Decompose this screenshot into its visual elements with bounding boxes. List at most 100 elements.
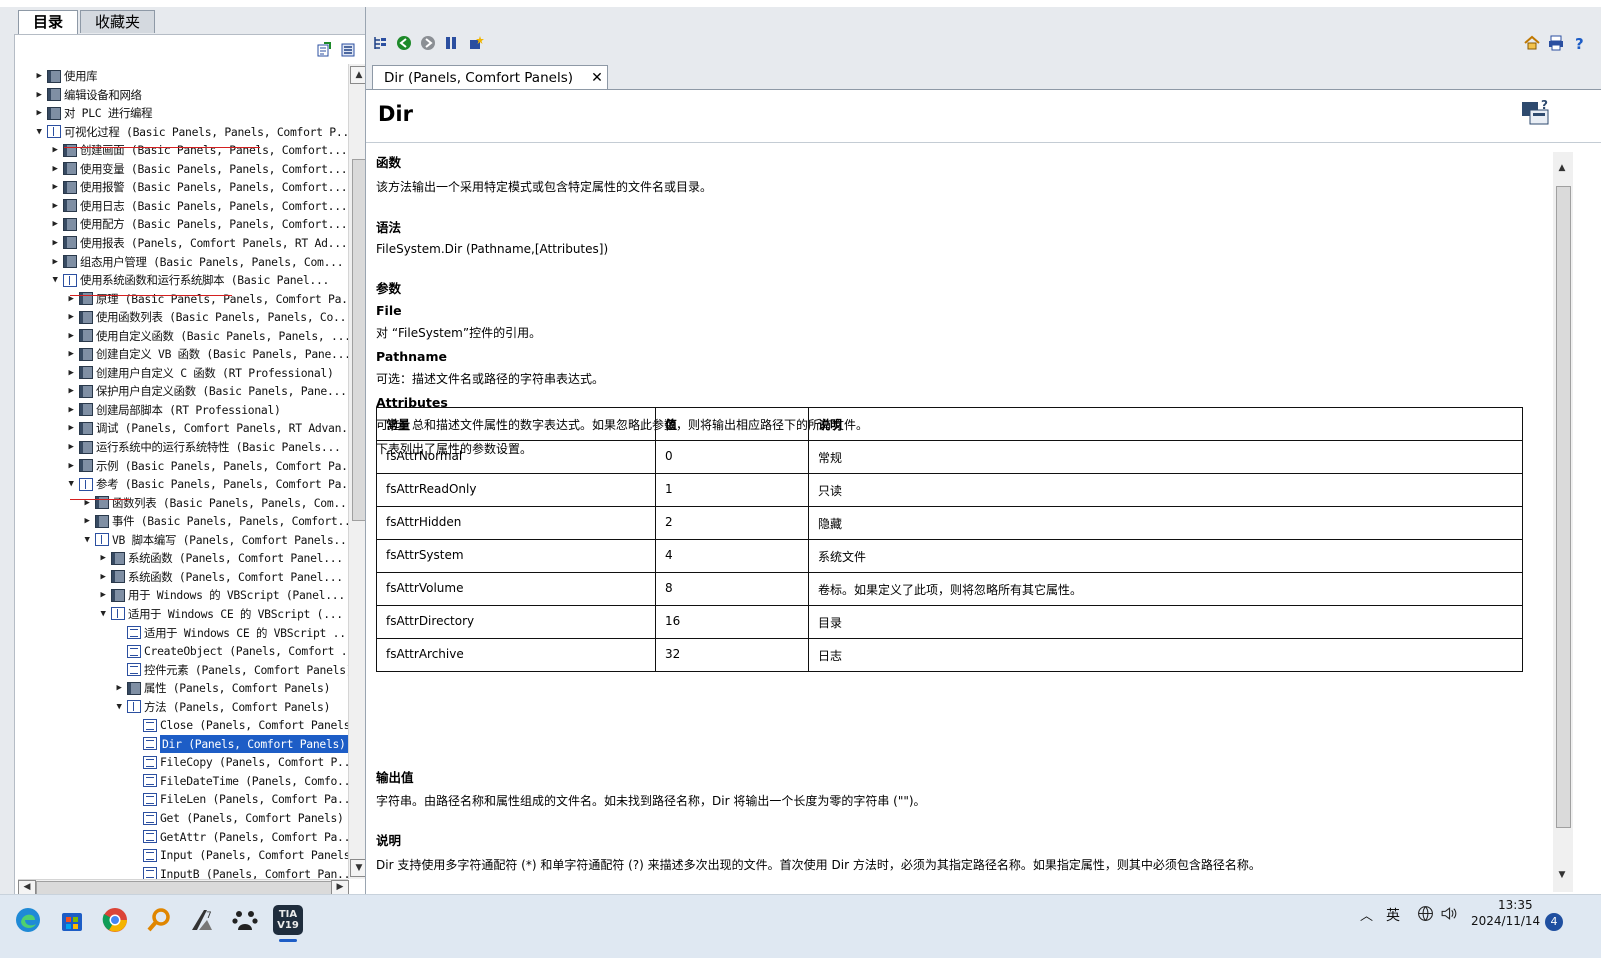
expand-arrow-icon[interactable]: ▶ [81,512,93,530]
volume-icon[interactable] [1440,905,1457,922]
tia-portal-icon[interactable]: TIA V19 [273,905,303,935]
home-icon[interactable] [1524,35,1540,51]
expand-arrow-icon[interactable]: ▶ [33,104,45,122]
network-icon[interactable] [1417,905,1434,922]
tree-item[interactable]: Dir (Panels, Comfort Panels) [129,733,348,754]
tree-item[interactable]: ▶ 编辑设备和网络 [33,86,142,104]
tree-item[interactable]: ▶ 系统函数 (Panels, Comfort Panel... [97,549,343,567]
expand-arrow-icon[interactable]: ▶ [65,290,77,308]
expand-arrow-icon[interactable]: ▶ [97,549,109,567]
tree-item[interactable]: ▼ 适用于 Windows CE 的 VBScript (... [97,605,343,623]
expand-arrow-icon[interactable]: ▶ [49,160,61,178]
tree-item[interactable]: ▶ 组态用户管理 (Basic Panels, Panels, Com... [49,253,343,271]
close-tab-icon[interactable]: ✕ [587,70,607,86]
tree-item[interactable]: ▶ 示例 (Basic Panels, Panels, Comfort Pa... [65,457,348,475]
tree-item[interactable]: ▶ 创建画面 (Basic Panels, Panels, Comfort... [49,141,347,159]
collapse-arrow-icon[interactable]: ▼ [65,475,77,493]
tree-item[interactable]: ▶ 属性 (Panels, Comfort Panels) [113,679,330,697]
tree-item[interactable]: ▼ 使用系统函数和运行系统脚本 (Basic Panel... [49,271,329,289]
scroll-right-button[interactable]: ▶ [331,880,349,895]
expand-arrow-icon[interactable]: ▶ [33,86,45,104]
expand-arrow-icon[interactable]: ▶ [33,67,45,85]
expand-arrow-icon[interactable]: ▶ [65,419,77,437]
tree-item[interactable]: 控件元素 (Panels, Comfort Panels) [113,661,348,679]
tree-item[interactable]: 适用于 Windows CE 的 VBScript ... [113,624,348,642]
tree-item[interactable]: Get (Panels, Comfort Panels) [129,809,344,827]
scroll-up-button[interactable]: ▲ [1554,160,1570,176]
expand-arrow-icon[interactable]: ▶ [49,234,61,252]
expand-arrow-icon[interactable]: ▶ [65,401,77,419]
baidu-icon[interactable] [230,905,260,935]
sync-toc-icon[interactable] [316,42,332,58]
search-app-icon[interactable] [144,905,174,935]
expand-arrow-icon[interactable]: ▶ [97,568,109,586]
expand-arrow-icon[interactable]: ▶ [49,141,61,159]
expand-arrow-icon[interactable]: ▶ [65,364,77,382]
expand-arrow-icon[interactable]: ▶ [49,215,61,233]
tree-item[interactable]: FileLen (Panels, Comfort Pa... [129,790,348,808]
tree-item[interactable]: ▶ 使用配方 (Basic Panels, Panels, Comfort... [49,215,347,233]
expand-arrow-icon[interactable]: ▶ [65,438,77,456]
expand-arrow-icon[interactable]: ▶ [49,197,61,215]
expand-arrow-icon[interactable]: ▶ [65,382,77,400]
document-vertical-scrollbar[interactable]: ▲ ▼ [1553,152,1573,892]
tree-item[interactable]: ▶ 事件 (Basic Panels, Panels, Comfort... [81,512,348,530]
tree-item[interactable]: ▼ 参考 (Basic Panels, Panels, Comfort Pa... [65,475,348,493]
tree-item[interactable]: ▶ 对 PLC 进行编程 [33,104,152,122]
tree-item[interactable]: ▶ 调试 (Panels, Comfort Panels, RT Advan... [65,419,348,437]
clock-time[interactable]: 13:35 [1498,898,1533,912]
tree-item[interactable]: ▶ 使用报警 (Basic Panels, Panels, Comfort... [49,178,347,196]
scroll-down-button[interactable]: ▼ [1554,867,1570,883]
horizontal-scroll-thumb[interactable] [36,881,338,895]
tree-item[interactable]: Input (Panels, Comfort Panels) [129,846,348,864]
notification-badge[interactable]: 4 [1545,913,1563,931]
tree-item[interactable]: ▶ 创建局部脚本 (RT Professional) [65,401,280,419]
edge-icon[interactable] [13,905,43,935]
tree-item[interactable]: ▶ 系统函数 (Panels, Comfort Panel... [97,568,343,586]
tab-contents[interactable]: 目录 [18,10,79,34]
add-favorite-icon[interactable] [468,35,484,51]
bookmark-icon[interactable] [444,35,460,51]
tree-item[interactable]: ▶ 使用报表 (Panels, Comfort Panels, RT Ad... [49,234,347,252]
tree-item[interactable]: FileCopy (Panels, Comfort P... [129,753,348,771]
tree-item[interactable]: ▶ 创建自定义 VB 函数 (Basic Panels, Pane... [65,345,348,363]
tree-item[interactable]: ▶ 使用日志 (Basic Panels, Panels, Comfort... [49,197,347,215]
collapse-arrow-icon[interactable]: ▼ [33,123,45,141]
tree-item[interactable]: ▶ 保护用户自定义函数 (Basic Panels, Pane... [65,382,347,400]
tree-item[interactable]: ▶ 使用变量 (Basic Panels, Panels, Comfort... [49,160,347,178]
expand-arrow-icon[interactable]: ▶ [65,308,77,326]
collapse-arrow-icon[interactable]: ▼ [113,698,125,716]
print-icon[interactable] [1548,35,1564,51]
back-icon[interactable] [396,35,412,51]
collapse-arrow-icon[interactable]: ▼ [81,531,93,549]
show-toc-icon[interactable] [372,35,388,51]
scroll-left-button[interactable]: ◀ [18,880,36,895]
collapse-arrow-icon[interactable]: ▼ [97,605,109,623]
expand-arrow-icon[interactable]: ▶ [65,457,77,475]
print-list-icon[interactable] [340,42,356,58]
tree-item[interactable]: CreateObject (Panels, Comfort ... [113,642,348,660]
store-icon[interactable] [57,905,87,935]
expand-arrow-icon[interactable]: ▶ [65,345,77,363]
tree-item[interactable]: GetAttr (Panels, Comfort Pa... [129,828,348,846]
document-scroll-thumb[interactable] [1556,186,1571,828]
step7-icon[interactable]: 7 [187,905,217,935]
expand-arrow-icon[interactable]: ▶ [49,178,61,196]
ime-indicator[interactable]: 英 [1386,905,1400,925]
forward-icon[interactable] [420,35,436,51]
tree-item[interactable]: FileDateTime (Panels, Comfo... [129,772,348,790]
tree-item[interactable]: ▶ 使用库 [33,67,97,85]
tree-item[interactable]: ▶ 使用函数列表 (Basic Panels, Panels, Co... [65,308,348,326]
expand-arrow-icon[interactable]: ▶ [49,253,61,271]
collapse-arrow-icon[interactable]: ▼ [49,271,61,289]
tree-item[interactable]: Close (Panels, Comfort Panels) [129,716,348,734]
chrome-icon[interactable] [100,905,130,935]
clock-date[interactable]: 2024/11/14 [1471,914,1540,928]
expand-arrow-icon[interactable]: ▶ [97,586,109,604]
expand-arrow-icon[interactable]: ▶ [113,679,125,697]
tree-item[interactable]: ▼ VB 脚本编写 (Panels, Comfort Panels... [81,531,348,549]
expand-arrow-icon[interactable]: ▶ [65,327,77,345]
tree-item[interactable]: ▼ 可视化过程 (Basic Panels, Panels, Comfort P.… [33,123,348,141]
expand-arrow-icon[interactable]: ▶ [81,494,93,512]
tree-item[interactable]: ▶ 函数列表 (Basic Panels, Panels, Com... [81,494,348,512]
